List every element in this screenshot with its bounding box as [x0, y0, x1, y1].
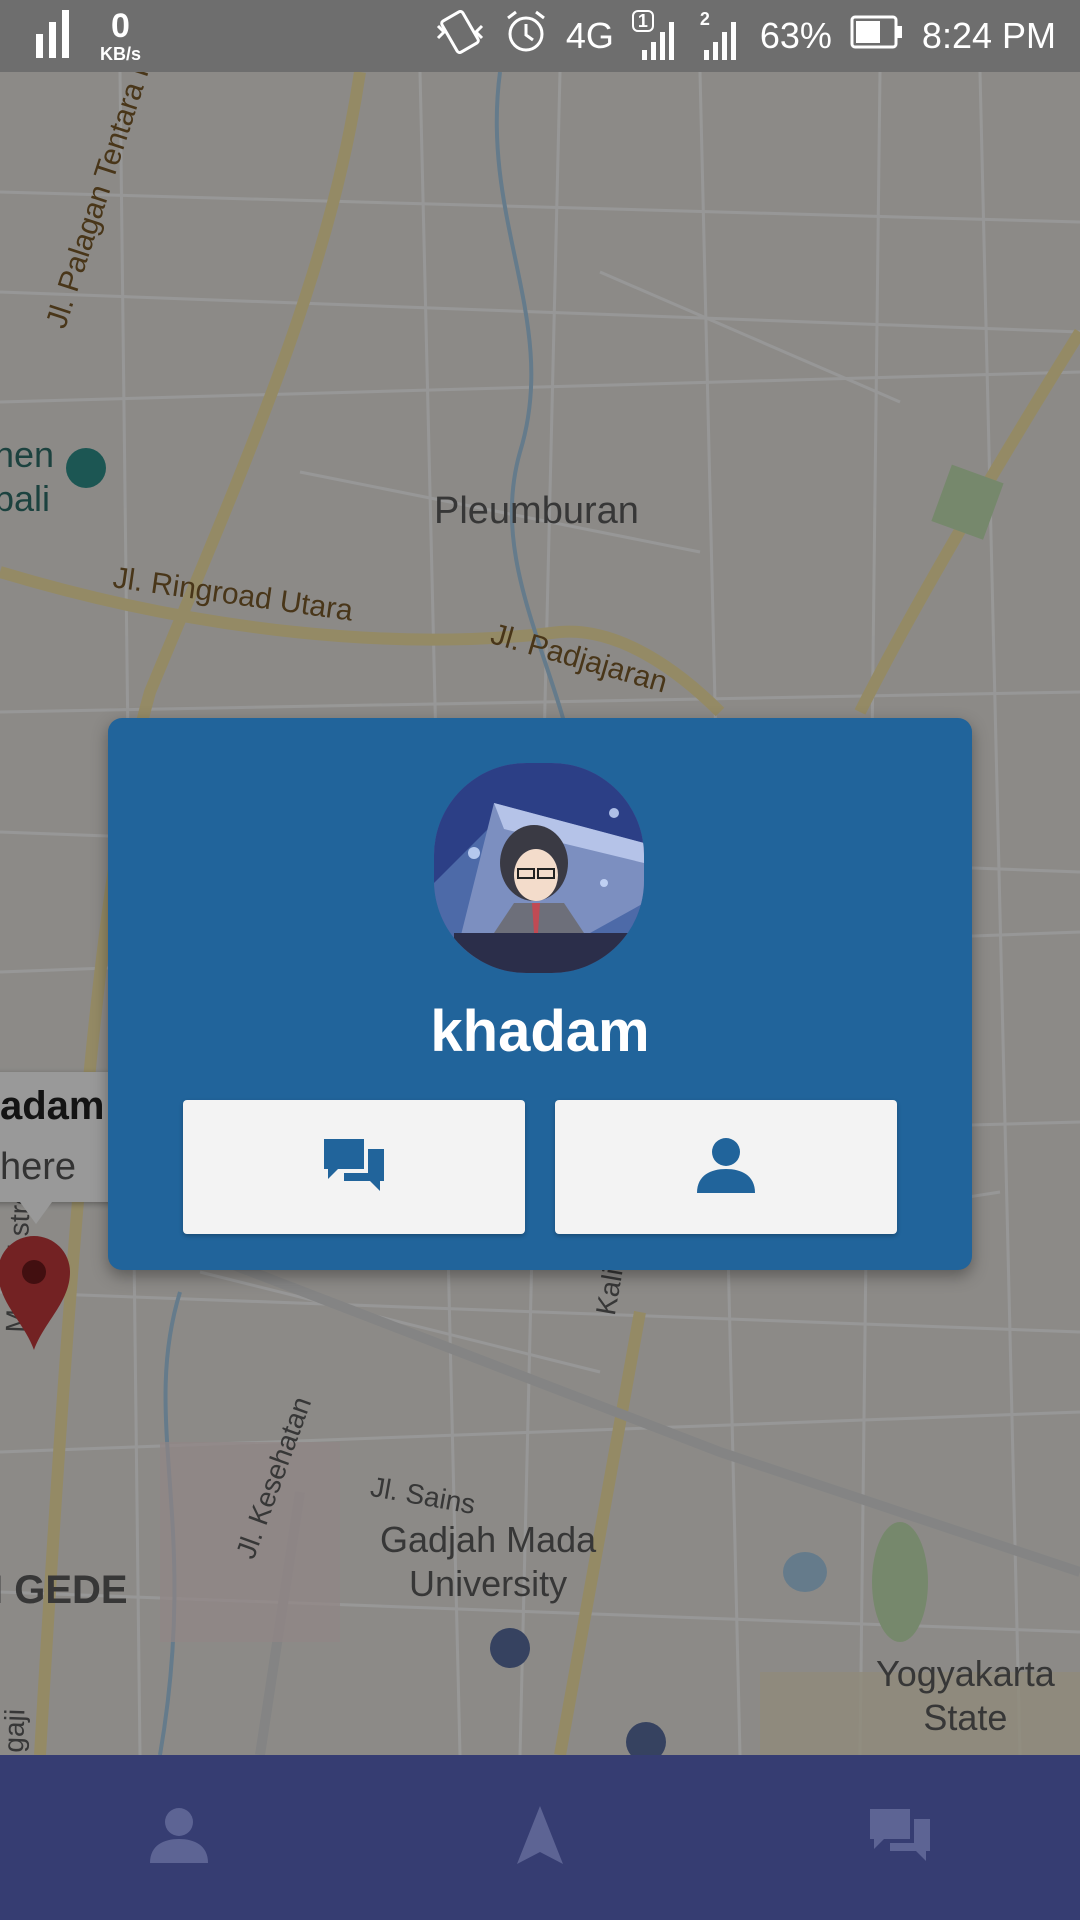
sim1-label: 1 [631, 10, 654, 32]
navigation-arrow-icon [517, 1806, 563, 1869]
user-dialog: khadam [108, 718, 972, 1270]
chat-icon [868, 1805, 932, 1870]
profile-button[interactable] [555, 1100, 897, 1234]
net-speed: 0 KB/s [100, 9, 141, 63]
nav-chat-tab[interactable] [800, 1755, 1000, 1920]
signal-sim1-icon: 1 [631, 10, 680, 62]
avatar [434, 763, 644, 973]
nav-navigation-tab[interactable] [440, 1755, 640, 1920]
bottom-navigation [0, 1755, 1080, 1920]
vibrate-icon [434, 8, 486, 65]
battery-icon [850, 15, 904, 58]
signal-bars-icon [36, 9, 70, 63]
clock: 8:24 PM [921, 15, 1056, 56]
alarm-icon [504, 8, 548, 65]
status-bar: 0 KB/s 4G 1 2 63% 8:24 PM [0, 0, 1080, 72]
sim2-label: 2 [699, 9, 710, 29]
nav-profile-tab[interactable] [79, 1755, 279, 1920]
person-icon [150, 1807, 208, 1868]
battery-percent: 63% [759, 15, 832, 56]
net-speed-unit: KB/s [100, 44, 142, 64]
net-speed-value: 0 [111, 7, 130, 45]
username: khadam [430, 999, 650, 1064]
person-icon [697, 1137, 755, 1198]
chat-icon [322, 1135, 386, 1200]
network-type: 4G [565, 15, 614, 56]
chat-button[interactable] [183, 1100, 525, 1234]
signal-sim2-icon: 2 [698, 10, 742, 62]
